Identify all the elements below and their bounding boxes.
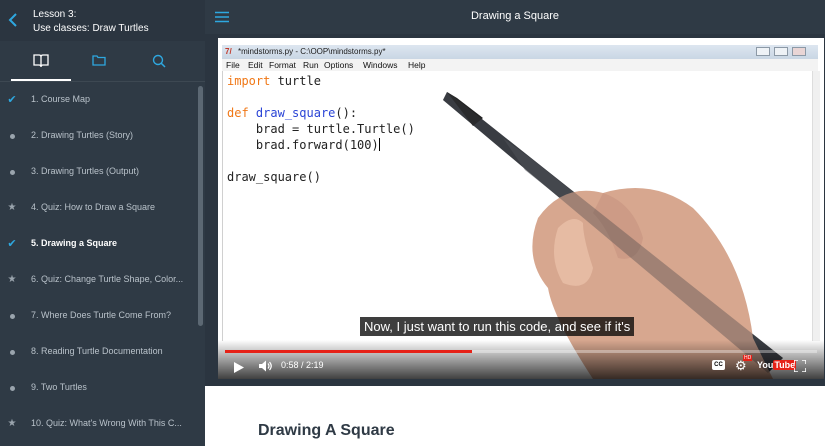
progress-bar[interactable] (225, 350, 817, 353)
lesson-item[interactable]: 8. Reading Turtle Documentation (0, 334, 196, 370)
star-icon: ★ (7, 418, 17, 429)
dot-icon (6, 345, 18, 359)
code-line: brad = turtle.Turtle() (227, 122, 415, 136)
lesson-number: Lesson 3: (33, 9, 77, 20)
tab-resources[interactable] (70, 41, 130, 81)
star-icon: ★ (7, 274, 17, 285)
lesson-item[interactable]: 7. Where Does Turtle Come From? (0, 298, 196, 334)
lesson-item-label: 8. Reading Turtle Documentation (31, 346, 163, 356)
lesson-item-current[interactable]: ✔ 5. Drawing a Square (0, 226, 196, 262)
idle-scrollbar (812, 71, 820, 341)
idle-menu-item: Run (303, 60, 319, 70)
sidebar-scrollbar[interactable] (198, 86, 203, 326)
book-icon (33, 54, 49, 68)
tab-search[interactable] (130, 41, 190, 81)
lesson-item-label: 2. Drawing Turtles (Story) (31, 130, 134, 140)
lesson-item-label: 4. Quiz: How to Draw a Square (31, 202, 156, 212)
lesson-item[interactable]: 3. Drawing Turtles (Output) (0, 154, 196, 190)
close-icon (792, 47, 806, 56)
video-timecode: 0:58 / 2:19 (281, 360, 324, 370)
dot-icon (6, 381, 18, 395)
lesson-item[interactable]: ★ 10. Quiz: What's Wrong With This C... (0, 406, 196, 442)
closed-captions-button[interactable]: CC (712, 360, 725, 370)
idle-menubar: File Edit Format Run Options Windows Hel… (222, 59, 818, 71)
fullscreen-icon[interactable] (793, 359, 807, 377)
youtube-logo[interactable]: YouTube (757, 360, 797, 370)
code-line: def draw_square(): (227, 106, 358, 120)
lesson-item[interactable]: 9. Two Turtles (0, 370, 196, 406)
folder-icon (92, 55, 106, 66)
lesson-item-label: 1. Course Map (31, 94, 91, 104)
tab-lessons[interactable] (11, 41, 71, 81)
sidebar: Lesson 3: Use classes: Draw Turtles ✔ 1. … (0, 0, 205, 446)
check-icon: ✔ (7, 94, 17, 106)
check-icon: ✔ (7, 238, 17, 250)
lesson-title: Use classes: Draw Turtles (33, 23, 149, 34)
video-container: 7/ *mindstorms.py - C:\OOP\mindstorms.py… (205, 34, 825, 386)
search-icon (152, 54, 166, 68)
lesson-item-label: 3. Drawing Turtles (Output) (31, 166, 140, 176)
sidebar-tabs (0, 41, 205, 82)
play-icon[interactable] (234, 360, 244, 378)
idle-menu-item: Options (324, 60, 354, 70)
idle-menu-item: Edit (248, 60, 263, 70)
video-player[interactable]: 7/ *mindstorms.py - C:\OOP\mindstorms.py… (218, 38, 824, 379)
star-icon: ★ (7, 202, 17, 213)
chevron-left-icon[interactable] (8, 12, 22, 28)
maximize-icon (774, 47, 788, 56)
lesson-item[interactable]: 2. Drawing Turtles (Story) (0, 118, 196, 154)
lesson-content: Drawing A Square (205, 386, 825, 446)
lesson-item-label: 7. Where Does Turtle Come From? (31, 310, 172, 320)
lesson-item[interactable]: ★ 6. Quiz: Change Turtle Shape, Color... (0, 262, 196, 298)
lesson-item[interactable]: ★ 4. Quiz: How to Draw a Square (0, 190, 196, 226)
lesson-item-label: 9. Two Turtles (31, 382, 87, 392)
idle-window-titlebar: 7/ *mindstorms.py - C:\OOP\mindstorms.py… (222, 45, 818, 59)
code-line: brad.forward(100) (227, 138, 380, 152)
top-bar: Drawing a Square (205, 0, 825, 34)
lesson-item-label: 5. Drawing a Square (31, 238, 118, 248)
idle-menu-item: File (226, 60, 240, 70)
idle-menu-item: Help (408, 60, 426, 70)
dot-icon (6, 309, 18, 323)
code-line: draw_square() (227, 170, 321, 184)
code-line: import turtle (227, 74, 321, 88)
lesson-item-label: 6. Quiz: Change Turtle Shape, Color... (31, 274, 184, 284)
python-icon: 7/ (225, 47, 232, 56)
video-caption: Now, I just want to run this code, and s… (360, 317, 635, 336)
volume-icon[interactable] (259, 359, 273, 377)
page-title: Drawing a Square (470, 10, 560, 22)
sidebar-header: Lesson 3: Use classes: Draw Turtles (0, 0, 205, 41)
lesson-item-label: 10. Quiz: What's Wrong With This C... (31, 418, 182, 428)
idle-window-title: *mindstorms.py - C:\OOP\mindstorms.py* (238, 47, 386, 56)
dot-icon (6, 165, 18, 179)
video-controls: 0:58 / 2:19 CC ⚙ HD YouTube (218, 340, 824, 379)
text-caret (378, 138, 380, 151)
minimize-icon (756, 47, 770, 56)
lesson-item[interactable]: ✔ 1. Course Map (0, 82, 196, 118)
progress-fill (225, 350, 472, 353)
idle-menu-item: Format (269, 60, 296, 70)
lesson-list: ✔ 1. Course Map 2. Drawing Turtles (Story… (0, 82, 196, 442)
dot-icon (6, 129, 18, 143)
hd-badge: HD (743, 355, 753, 361)
section-heading: Drawing A Square (258, 422, 395, 439)
idle-menu-item: Windows (363, 60, 398, 70)
